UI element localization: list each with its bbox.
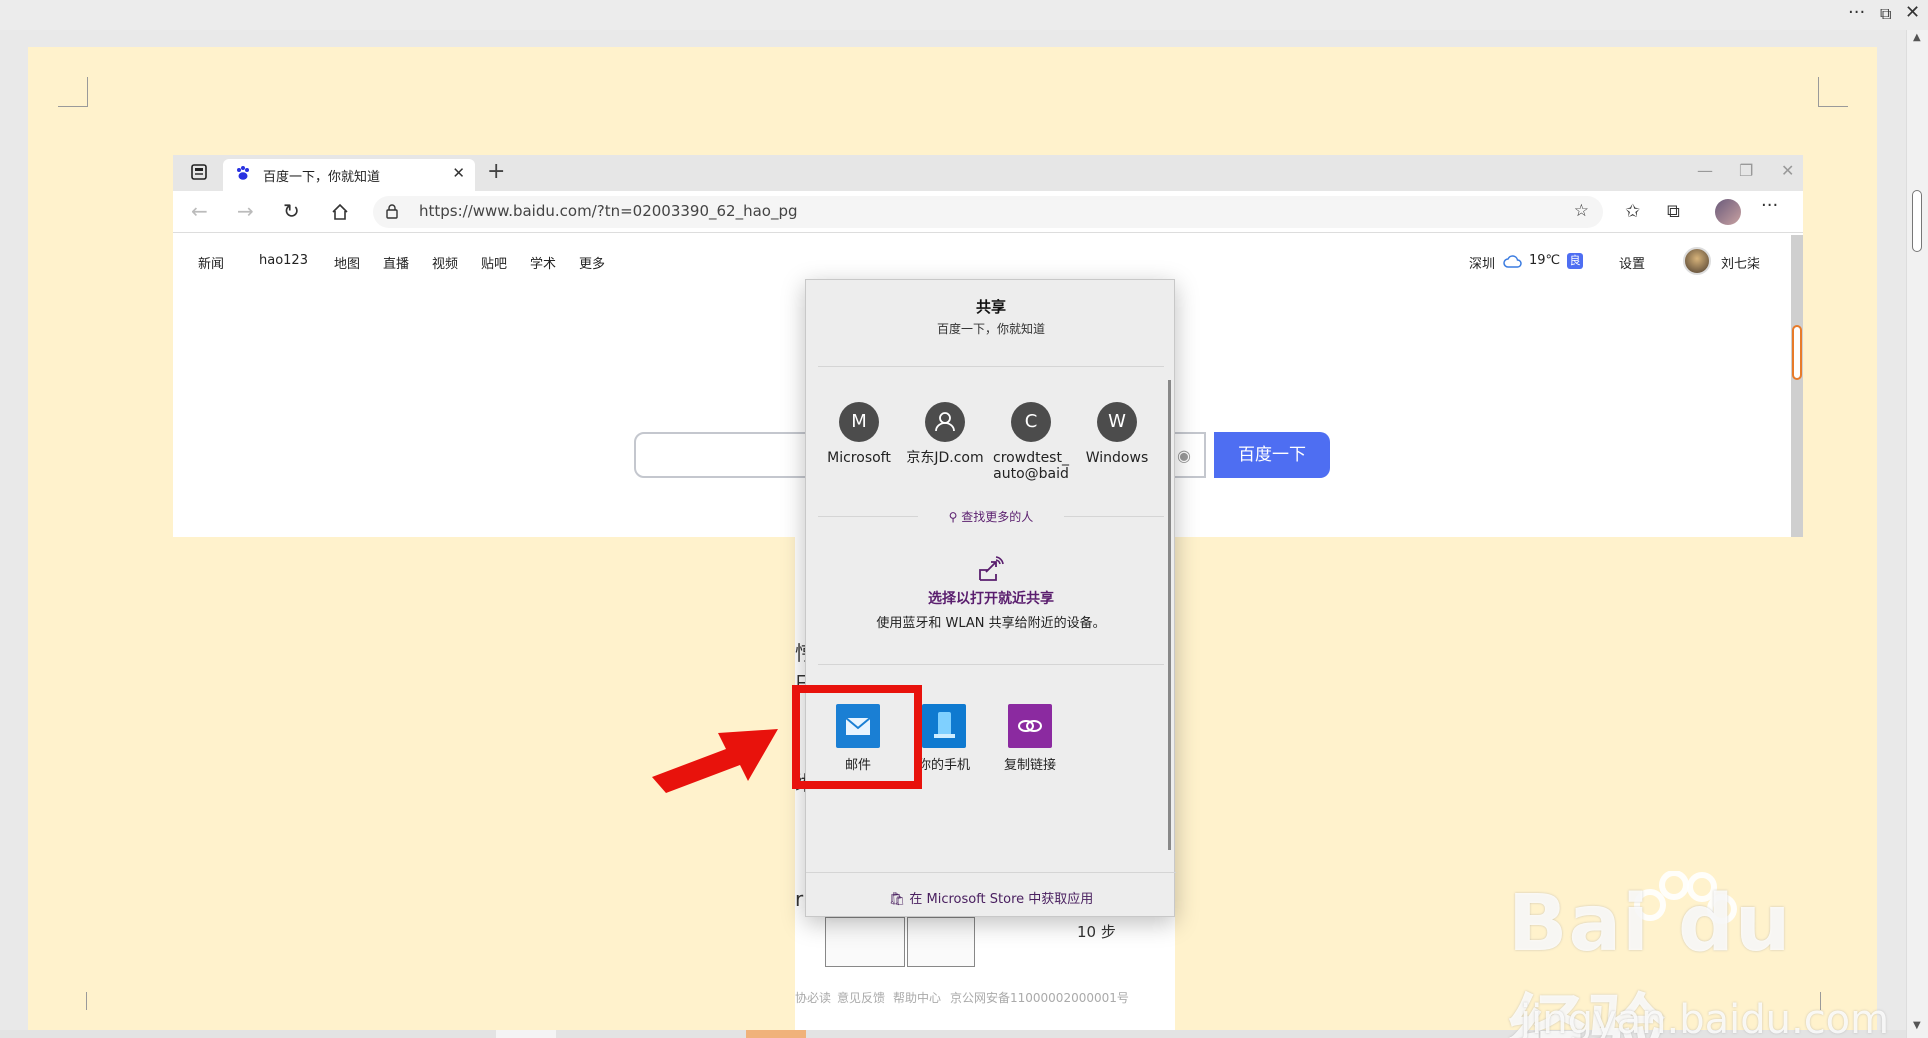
find-more-label: 查找更多的人 xyxy=(961,510,1034,524)
map-sketch xyxy=(825,917,905,967)
favorite-add-icon[interactable]: ☆ xyxy=(1574,201,1589,221)
app-copy-link[interactable]: 复制链接 xyxy=(990,704,1070,773)
home-icon[interactable] xyxy=(331,203,349,221)
page-scroll-thumb[interactable] xyxy=(1792,325,1802,380)
collections-icon[interactable]: ⧉ xyxy=(1667,201,1680,222)
nav-item[interactable]: 直播 xyxy=(383,253,409,272)
page-indicator xyxy=(496,1030,556,1038)
contact-name: Microsoft xyxy=(827,450,891,466)
nav-item[interactable]: 视频 xyxy=(432,253,458,272)
nav-item[interactable]: 贴吧 xyxy=(481,253,507,272)
scroll-down-icon[interactable]: ▼ xyxy=(1913,1020,1921,1031)
contact-microsoft[interactable]: M Microsoft xyxy=(818,402,900,466)
new-tab-button[interactable]: + xyxy=(487,159,505,184)
divider xyxy=(818,366,1164,367)
highlight-box xyxy=(792,685,922,789)
person-icon xyxy=(925,402,965,442)
contact-windows[interactable]: W Windows xyxy=(1076,402,1158,466)
vertical-scrollbar[interactable]: ▲ ▼ xyxy=(1906,30,1928,1038)
tab-actions-icon[interactable] xyxy=(191,164,207,180)
nearby-share-description: 使用蓝牙和 WLAN 共享给附近的设备。 xyxy=(876,616,1106,631)
phone-icon xyxy=(922,704,966,748)
cloud-icon xyxy=(1503,255,1522,268)
watermark-url: jingyan.baidu.com xyxy=(1520,997,1890,1038)
scroll-thumb[interactable] xyxy=(1912,190,1922,252)
air-quality-badge: 良 xyxy=(1567,253,1583,269)
user-avatar[interactable] xyxy=(1683,247,1711,275)
favorites-icon[interactable]: ✩ xyxy=(1625,201,1640,222)
minimize-icon[interactable]: — xyxy=(1697,161,1713,180)
more-options-icon[interactable]: ··· xyxy=(1761,195,1778,216)
nav-item[interactable]: hao123 xyxy=(259,253,308,268)
contact-initial: M xyxy=(839,402,879,442)
window-title-bar: ··· ⧉ ✕ xyxy=(0,0,1928,30)
page-scrollbar[interactable] xyxy=(1791,235,1803,537)
footer-link[interactable]: 意见反馈 xyxy=(837,989,885,1006)
link-icon xyxy=(1008,704,1052,748)
profile-avatar[interactable] xyxy=(1715,199,1741,225)
app-label: 复制链接 xyxy=(1003,758,1056,773)
forward-icon[interactable]: → xyxy=(237,199,254,223)
contact-jd[interactable]: 京东JD.com xyxy=(904,402,986,466)
map-sketch xyxy=(907,917,975,967)
url-text: https://www.baidu.com/?tn=02003390_62_ha… xyxy=(419,202,798,220)
nearby-share-title[interactable]: 选择以打开就近共享 xyxy=(806,588,1176,608)
nav-item[interactable]: 新闻 xyxy=(198,253,224,272)
step-label: 10 步 xyxy=(1077,923,1116,941)
contact-initial: C xyxy=(1011,402,1051,442)
nav-item[interactable]: 学术 xyxy=(530,253,556,272)
find-more-people-link[interactable]: ⚲ 查找更多的人 xyxy=(806,508,1176,525)
nav-item[interactable]: 地图 xyxy=(334,253,360,272)
microsoft-store-link[interactable]: 🛍 在 Microsoft Store 中获取应用 xyxy=(806,888,1176,907)
share-subtitle: 百度一下，你就知道 xyxy=(936,322,1045,336)
divider xyxy=(806,872,1176,873)
contact-name: 京东JD.com xyxy=(906,450,984,466)
url-field[interactable]: https://www.baidu.com/?tn=02003390_62_ha… xyxy=(373,196,1603,228)
camera-icon[interactable]: ◉ xyxy=(1177,446,1191,465)
page-corner-mark xyxy=(86,992,87,1010)
contact-crowdtest[interactable]: C crowdtest_auto@baid xyxy=(990,402,1072,482)
page-corner-mark xyxy=(1818,77,1848,107)
footer-link[interactable]: 帮助中心 xyxy=(893,989,941,1006)
find-people-icon: ⚲ xyxy=(948,510,958,524)
red-arrow-icon xyxy=(652,729,778,793)
contact-initial: W xyxy=(1097,402,1137,442)
search-button[interactable]: 百度一下 xyxy=(1214,432,1330,478)
footer-link[interactable]: 协必读 xyxy=(795,989,831,1006)
settings-link[interactable]: 设置 xyxy=(1619,253,1645,272)
scroll-up-icon[interactable]: ▲ xyxy=(1913,32,1921,43)
restore-icon[interactable]: ⧉ xyxy=(1880,4,1891,24)
tab-close-icon[interactable]: ✕ xyxy=(452,164,465,182)
tab-title: 百度一下，你就知道 xyxy=(263,170,381,185)
share-title: 共享 xyxy=(975,298,1006,316)
back-icon[interactable]: ← xyxy=(191,199,208,223)
address-bar: ← → ↻ https://www.baidu.com/?tn=02003390… xyxy=(173,191,1803,233)
share-dialog: 共享 百度一下，你就知道 M Microsoft 京东JD.com C crow… xyxy=(805,279,1176,917)
dialog-scrollbar[interactable] xyxy=(1168,380,1171,850)
divider xyxy=(818,664,1164,665)
page-corner-mark xyxy=(58,77,88,107)
close-icon[interactable]: ✕ xyxy=(1905,2,1920,23)
user-name[interactable]: 刘七柒 xyxy=(1721,253,1760,272)
refresh-icon[interactable]: ↻ xyxy=(283,199,300,223)
lock-icon xyxy=(386,204,398,219)
contact-name: Windows xyxy=(1085,450,1149,466)
window-close-icon[interactable]: ✕ xyxy=(1781,161,1794,180)
doc-text-fragment: r xyxy=(795,887,804,911)
contact-name: crowdtest_auto@baid xyxy=(993,450,1069,482)
store-icon: 🛍 xyxy=(888,892,906,907)
store-label: 在 Microsoft Store 中获取应用 xyxy=(909,892,1094,907)
nav-item[interactable]: 更多 xyxy=(579,253,605,272)
browser-tab[interactable]: 百度一下，你就知道 ✕ xyxy=(223,159,475,191)
current-page-indicator xyxy=(746,1030,806,1038)
baidu-paw-icon xyxy=(237,166,249,180)
temperature-label: 19℃ xyxy=(1529,253,1561,268)
document-page: 百度一下，你就知道 ✕ + — ❐ ✕ ← → ↻ https://www.ba… xyxy=(28,47,1889,1038)
nearby-share-icon[interactable] xyxy=(976,554,1006,584)
more-icon[interactable]: ··· xyxy=(1848,2,1865,23)
footer-link[interactable]: 京公网安备11000002000001号 xyxy=(950,989,1129,1006)
maximize-icon[interactable]: ❐ xyxy=(1739,161,1753,180)
tab-strip: 百度一下，你就知道 ✕ + — ❐ ✕ xyxy=(173,155,1803,191)
city-label[interactable]: 深圳 xyxy=(1469,253,1495,272)
